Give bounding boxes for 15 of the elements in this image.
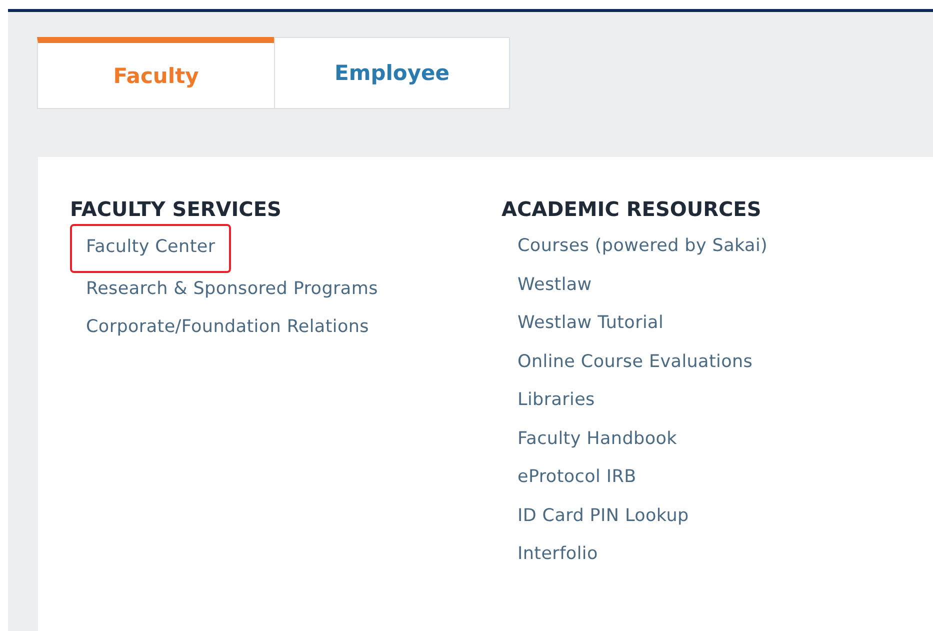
link[interactable]: Libraries: [518, 381, 595, 420]
link[interactable]: Research & Sponsored Programs: [86, 270, 378, 308]
link[interactable]: Westlaw: [518, 266, 592, 304]
section-heading: FACULTY SERVICES: [70, 196, 282, 223]
link[interactable]: ID Card PIN Lookup: [518, 496, 689, 535]
link[interactable]: Faculty Center: [70, 224, 232, 272]
link[interactable]: eProtocol IRB: [518, 458, 636, 496]
link[interactable]: Online Course Evaluations: [518, 342, 753, 381]
link[interactable]: Faculty Handbook: [518, 420, 677, 458]
section-heading: ACADEMIC RESOURCES: [502, 196, 762, 223]
link[interactable]: Interfolio: [518, 535, 598, 574]
link[interactable]: Westlaw Tutorial: [518, 304, 664, 342]
link[interactable]: Corporate/Foundation Relations: [86, 308, 369, 346]
link[interactable]: Courses (powered by Sakai): [518, 227, 768, 266]
tab[interactable]: Employee: [274, 37, 510, 109]
